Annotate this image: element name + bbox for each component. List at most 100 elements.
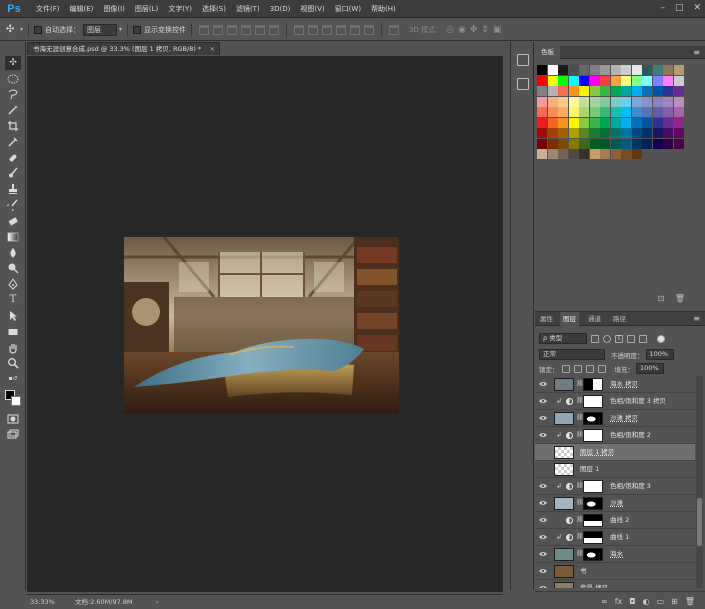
- color-swatch[interactable]: [600, 86, 610, 96]
- distribute-vcenter-icon[interactable]: [308, 24, 319, 35]
- mask-link-icon[interactable]: ⛓: [576, 397, 584, 405]
- rectangle-tool-icon[interactable]: [5, 325, 21, 339]
- visibility-eye-icon[interactable]: [539, 534, 547, 540]
- visibility-eye-icon[interactable]: [539, 500, 547, 506]
- auto-select-dropdown[interactable]: 图层: [83, 23, 118, 36]
- color-swatch[interactable]: [568, 149, 579, 159]
- color-swatch[interactable]: [621, 128, 631, 138]
- color-swatch[interactable]: [558, 107, 568, 117]
- color-swatch[interactable]: [600, 138, 610, 149]
- color-swatch[interactable]: [631, 117, 642, 128]
- pen-tool-icon[interactable]: [5, 277, 21, 291]
- align-vcenter-icon[interactable]: [213, 24, 224, 35]
- color-swatch[interactable]: [642, 75, 652, 86]
- clone-stamp-tool-icon[interactable]: [5, 182, 21, 196]
- color-swatch[interactable]: [610, 117, 621, 128]
- visibility-eye-icon[interactable]: [539, 415, 547, 421]
- color-swatch[interactable]: [558, 138, 568, 149]
- color-swatch[interactable]: [547, 96, 558, 107]
- color-swatch[interactable]: [663, 117, 673, 128]
- layer-mask-thumbnail[interactable]: [583, 378, 603, 391]
- color-swatch[interactable]: [579, 138, 589, 149]
- mask-link-icon[interactable]: ⛓: [576, 499, 584, 507]
- magic-wand-tool-icon[interactable]: [5, 103, 21, 117]
- mask-link-icon[interactable]: ⛓: [576, 431, 584, 439]
- layer-mask-thumbnail[interactable]: [583, 395, 603, 408]
- color-swatch[interactable]: [631, 149, 642, 159]
- move-tool-icon[interactable]: ✣: [5, 56, 21, 70]
- color-swatch[interactable]: [673, 128, 684, 138]
- color-swatch[interactable]: [579, 86, 589, 96]
- eraser-tool-icon[interactable]: [5, 214, 21, 228]
- color-swatch[interactable]: [631, 86, 642, 96]
- color-swatch[interactable]: [579, 107, 589, 117]
- menu-item[interactable]: 帮助(H): [366, 0, 401, 18]
- color-swatch[interactable]: [579, 149, 589, 159]
- color-swatch[interactable]: [610, 96, 621, 107]
- color-swatch[interactable]: [663, 107, 673, 117]
- panel-menu-icon[interactable]: ≡: [693, 46, 700, 59]
- 3d-roll-icon[interactable]: ◉: [458, 25, 466, 35]
- color-swatch[interactable]: [673, 107, 684, 117]
- restore-button[interactable]: □: [675, 3, 684, 13]
- color-swatch[interactable]: [558, 65, 568, 75]
- color-swatch[interactable]: [600, 149, 610, 159]
- layer-filter-kind-select[interactable]: ρ 类型: [539, 333, 587, 344]
- color-swatch[interactable]: [547, 117, 558, 128]
- color-swatch[interactable]: [621, 96, 631, 107]
- color-swatch[interactable]: [568, 117, 579, 128]
- color-swatch[interactable]: [621, 149, 631, 159]
- filter-type-icon[interactable]: T: [615, 334, 623, 343]
- color-swatch[interactable]: [537, 128, 547, 138]
- color-swatch[interactable]: [589, 107, 600, 117]
- visibility-eye-icon[interactable]: [539, 551, 547, 557]
- layer-thumbnail[interactable]: [554, 582, 574, 588]
- gradient-tool-icon[interactable]: [5, 230, 21, 244]
- menu-item[interactable]: 视图(V): [295, 0, 329, 18]
- align-top-icon[interactable]: [199, 24, 210, 35]
- layer-thumbnail[interactable]: [554, 548, 574, 561]
- tab-properties[interactable]: 属性: [537, 312, 556, 326]
- new-adjustment-button[interactable]: ◐: [643, 597, 650, 606]
- color-swatch[interactable]: [673, 96, 684, 107]
- lock-pixels-icon[interactable]: [573, 364, 582, 373]
- path-selection-tool-icon[interactable]: [5, 309, 21, 323]
- color-swatch[interactable]: [589, 138, 600, 149]
- eyedropper-tool-icon[interactable]: [5, 135, 21, 149]
- mask-link-icon[interactable]: ⛓: [576, 482, 584, 490]
- color-swatch[interactable]: [600, 65, 610, 75]
- layer-row[interactable]: 背景 拷贝: [535, 580, 695, 588]
- marquee-tool-icon[interactable]: [5, 72, 21, 86]
- color-swatch[interactable]: [652, 75, 663, 86]
- layer-mask-thumbnail[interactable]: [583, 412, 603, 425]
- color-swatch[interactable]: [610, 75, 621, 86]
- color-swatch[interactable]: [568, 86, 579, 96]
- color-swatch[interactable]: [621, 138, 631, 149]
- layer-mask-thumbnail[interactable]: [583, 429, 603, 442]
- menu-item[interactable]: 图像(I): [98, 0, 130, 18]
- layer-row[interactable]: ⛓ 海水 拷贝: [535, 376, 695, 393]
- mask-link-icon[interactable]: ⛓: [576, 414, 584, 422]
- color-swatch[interactable]: [547, 138, 558, 149]
- crop-tool-icon[interactable]: [5, 119, 21, 133]
- color-swatch[interactable]: [558, 128, 568, 138]
- menu-item[interactable]: 编辑(E): [65, 0, 99, 18]
- layer-row[interactable]: ⛓ 沙滩: [535, 495, 695, 512]
- color-swatch[interactable]: [537, 75, 547, 86]
- color-swatch[interactable]: [558, 149, 568, 159]
- color-swatch[interactable]: [547, 75, 558, 86]
- delete-layer-button[interactable]: 🗑: [685, 597, 695, 606]
- visibility-eye-icon[interactable]: [539, 432, 547, 438]
- layer-mask-thumbnail[interactable]: [583, 497, 603, 510]
- color-swatch[interactable]: [652, 117, 663, 128]
- color-swatch[interactable]: [589, 128, 600, 138]
- auto-select-checkbox[interactable]: [34, 25, 43, 34]
- layer-mask-thumbnail[interactable]: [583, 548, 603, 561]
- color-swatch[interactable]: [610, 107, 621, 117]
- filter-adjustment-icon[interactable]: [603, 334, 611, 343]
- color-swatch[interactable]: [600, 96, 610, 107]
- delete-swatch-button[interactable]: 🗑: [675, 294, 685, 303]
- properties-panel-icon[interactable]: [517, 78, 529, 90]
- color-swatch[interactable]: [663, 96, 673, 107]
- menu-item[interactable]: 文字(Y): [163, 0, 197, 18]
